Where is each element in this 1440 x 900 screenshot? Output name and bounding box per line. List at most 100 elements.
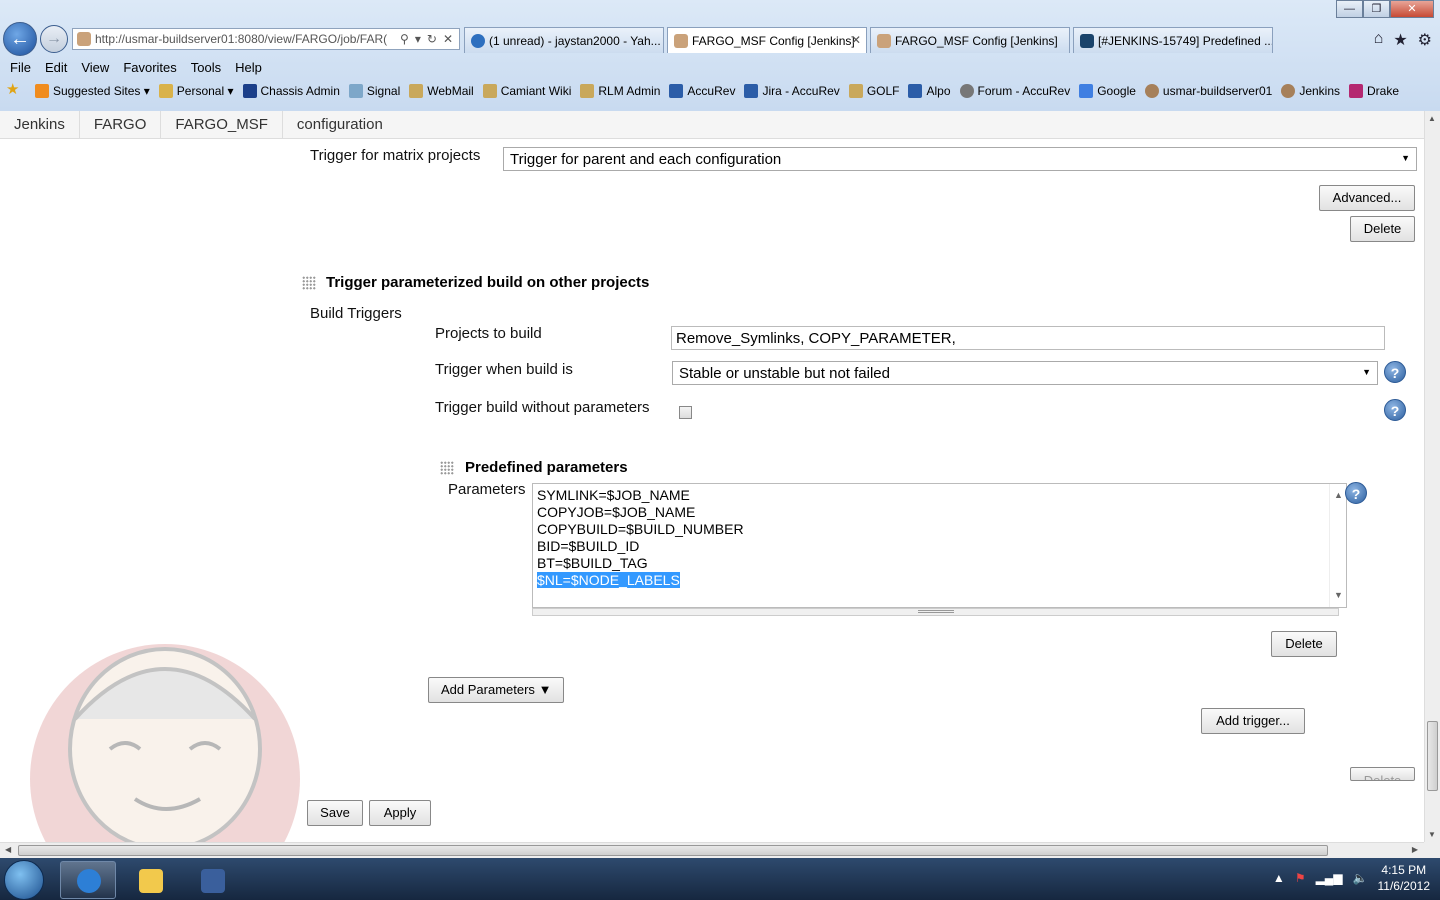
home-icon[interactable]: ⌂: [1374, 30, 1384, 50]
favorites-bar: ★ Suggested Sites ▾ Personal ▾ Chassis A…: [0, 78, 1440, 103]
refresh-icon[interactable]: ↻: [427, 32, 437, 46]
jenkins-favicon-icon: [77, 32, 91, 46]
help-icon[interactable]: ?: [1384, 361, 1406, 383]
page-icon: [482, 83, 497, 98]
matrix-trigger-select[interactable]: Trigger for parent and each configuratio…: [503, 147, 1417, 171]
fav-webmail[interactable]: WebMail: [409, 83, 474, 98]
menu-help[interactable]: Help: [235, 60, 270, 75]
scroll-right-icon[interactable]: ▶: [1412, 845, 1418, 854]
delete-predefined-button[interactable]: Delete: [1271, 631, 1337, 657]
drag-handle-icon[interactable]: [302, 276, 316, 290]
menu-tools[interactable]: Tools: [191, 60, 229, 75]
advanced-button[interactable]: Advanced...: [1319, 185, 1415, 211]
fav-personal[interactable]: Personal ▾: [158, 83, 234, 98]
taskbar-ie[interactable]: [60, 861, 116, 899]
scroll-left-icon[interactable]: ◀: [5, 845, 11, 854]
hp-icon: [242, 83, 257, 98]
tab-fargo-config-active[interactable]: FARGO_MSF Config [Jenkins] ✕: [667, 27, 867, 53]
window-controls: — ❐ ✕: [1336, 0, 1434, 18]
fav-drake[interactable]: Drake: [1349, 83, 1399, 98]
fav-rlm-admin[interactable]: RLM Admin: [580, 83, 660, 98]
tab-strip: (1 unread) - jaystan2000 - Yah... FARGO_…: [464, 27, 1276, 53]
google-icon: [1079, 83, 1094, 98]
fav-usmar-buildserver01[interactable]: usmar-buildserver01: [1144, 83, 1272, 98]
tab-close-icon[interactable]: ✕: [851, 33, 861, 47]
folder-icon: [158, 83, 173, 98]
back-button[interactable]: ←: [3, 22, 37, 56]
add-trigger-button[interactable]: Add trigger...: [1201, 708, 1305, 734]
scroll-up-icon[interactable]: ▲: [1428, 114, 1436, 123]
search-icon[interactable]: ⚲: [400, 32, 409, 46]
page-horizontal-scrollbar[interactable]: ◀ ▶: [0, 842, 1424, 858]
menu-file[interactable]: File: [10, 60, 39, 75]
parameters-textarea[interactable]: SYMLINK=$JOB_NAME COPYJOB=$JOB_NAME COPY…: [532, 483, 1347, 608]
drag-handle-icon[interactable]: [440, 461, 454, 475]
param-line-selected: $NL=$NODE_LABELS: [537, 572, 680, 588]
show-hidden-icons-icon[interactable]: ▲: [1273, 871, 1285, 885]
scroll-down-icon[interactable]: ▼: [1428, 830, 1436, 839]
fav-jira-accurev[interactable]: Jira - AccuRev: [744, 83, 840, 98]
address-url[interactable]: http://usmar-buildserver01:8080/view/FAR…: [95, 32, 394, 46]
network-icon: [201, 869, 225, 893]
stop-icon[interactable]: ✕: [443, 32, 453, 46]
breadcrumb-fargo-msf[interactable]: FARGO_MSF: [161, 110, 283, 139]
add-parameters-button[interactable]: Add Parameters ▼: [428, 677, 564, 703]
parameters-label: Parameters: [448, 481, 526, 498]
save-button[interactable]: Save: [307, 800, 363, 826]
address-bar[interactable]: http://usmar-buildserver01:8080/view/FAR…: [72, 28, 460, 50]
favorites-star-icon[interactable]: ★: [1393, 30, 1407, 50]
speaker-icon[interactable]: 🔈: [1353, 871, 1368, 885]
help-icon[interactable]: ?: [1384, 399, 1406, 421]
tab-fargo-config[interactable]: FARGO_MSF Config [Jenkins]: [870, 27, 1070, 53]
fav-accurev[interactable]: AccuRev: [669, 83, 735, 98]
fav-golf[interactable]: GOLF: [848, 83, 899, 98]
page-icon: [409, 83, 424, 98]
trigger-without-params-checkbox[interactable]: [679, 406, 692, 419]
network-signal-icon[interactable]: ▂▄▆: [1316, 871, 1343, 885]
fav-suggested-sites[interactable]: Suggested Sites ▾: [35, 83, 150, 98]
breadcrumb-fargo[interactable]: FARGO: [80, 110, 162, 139]
fav-signal[interactable]: Signal: [348, 83, 400, 98]
action-center-flag-icon[interactable]: ⚑: [1295, 871, 1306, 885]
delete-trigger-button[interactable]: Delete: [1350, 216, 1415, 242]
fav-camiant-wiki[interactable]: Camiant Wiki: [482, 83, 571, 98]
param-line: COPYJOB=$JOB_NAME: [537, 504, 696, 520]
fav-forum-accurev[interactable]: Forum - AccuRev: [959, 83, 1070, 98]
fav-google[interactable]: Google: [1079, 83, 1136, 98]
start-button[interactable]: [4, 860, 44, 900]
restore-button[interactable]: ❐: [1363, 0, 1390, 18]
trigger-when-select[interactable]: Stable or unstable but not failed ▼: [672, 361, 1378, 385]
scroll-thumb[interactable]: [1427, 721, 1438, 791]
fav-jenkins[interactable]: Jenkins: [1281, 83, 1340, 98]
apply-button[interactable]: Apply: [369, 800, 431, 826]
menu-favorites[interactable]: Favorites: [123, 60, 184, 75]
projects-to-build-input[interactable]: Remove_Symlinks, COPY_PARAMETER,: [671, 326, 1385, 350]
textarea-scrollbar[interactable]: ▲ ▼: [1329, 484, 1346, 607]
fav-alpo[interactable]: Alpo: [908, 83, 951, 98]
scroll-up-icon[interactable]: ▲: [1334, 487, 1343, 504]
tab-jenkins-issue[interactable]: [#JENKINS-15749] Predefined ...: [1073, 27, 1273, 53]
breadcrumb-jenkins[interactable]: Jenkins: [0, 110, 80, 139]
param-line: BT=$BUILD_TAG: [537, 555, 648, 571]
fav-chassis-admin[interactable]: Chassis Admin: [242, 83, 340, 98]
taskbar-network-app[interactable]: [184, 861, 240, 899]
page-vertical-scrollbar[interactable]: ▲ ▼: [1424, 111, 1440, 842]
tab-yahoo-mail[interactable]: (1 unread) - jaystan2000 - Yah...: [464, 27, 664, 53]
scroll-down-icon[interactable]: ▼: [1334, 587, 1343, 604]
gear-icon[interactable]: ⚙: [1418, 30, 1432, 50]
dropdown-arrow-icon[interactable]: ▾: [415, 32, 421, 46]
close-window-button[interactable]: ✕: [1390, 0, 1434, 18]
taskbar-outlook[interactable]: [122, 861, 178, 899]
delete-step-button[interactable]: Delete: [1350, 767, 1415, 781]
help-icon[interactable]: ?: [1345, 482, 1367, 504]
clock[interactable]: 4:15 PM 11/6/2012: [1378, 862, 1431, 894]
system-tray: ▲ ⚑ ▂▄▆ 🔈 4:15 PM 11/6/2012: [1273, 862, 1430, 894]
menu-edit[interactable]: Edit: [45, 60, 75, 75]
forward-button[interactable]: →: [40, 25, 68, 53]
scroll-thumb[interactable]: [18, 845, 1328, 856]
textarea-resize-handle[interactable]: [532, 608, 1339, 616]
favorites-add-icon[interactable]: ★: [6, 82, 26, 99]
predefined-parameters-title: Predefined parameters: [465, 459, 628, 476]
menu-view[interactable]: View: [81, 60, 117, 75]
minimize-button[interactable]: —: [1336, 0, 1363, 18]
